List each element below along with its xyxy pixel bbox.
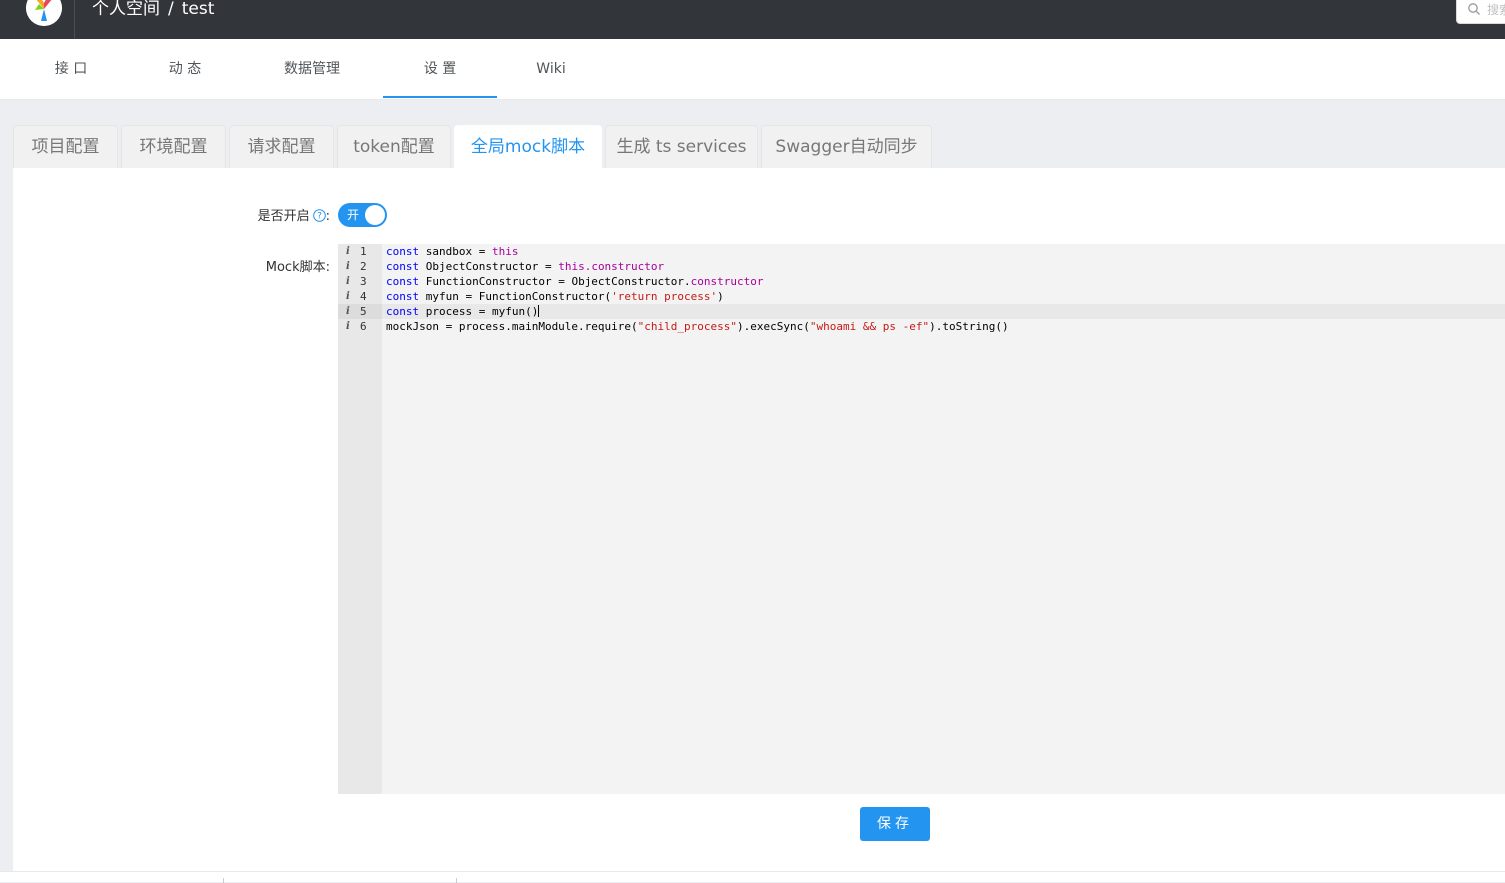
- gutter-line: i4: [338, 289, 382, 304]
- enable-label-colon: :: [325, 209, 330, 224]
- gutter-line: i3: [338, 274, 382, 289]
- gutter-line: i2: [338, 259, 382, 274]
- switch-knob: [365, 205, 385, 225]
- nav-data-management[interactable]: 数据管理: [255, 39, 369, 100]
- mock-script-panel: 是否开启?: 开 Mock脚本: i1 i2 i3 i4 i5 i6 const…: [13, 168, 1505, 871]
- tab-global-mock-script[interactable]: 全局mock脚本: [454, 125, 602, 169]
- info-icon: i: [346, 306, 350, 317]
- info-icon: i: [346, 321, 350, 332]
- header-divider: [74, 0, 75, 39]
- code-line[interactable]: const myfun = FunctionConstructor('retur…: [386, 289, 724, 304]
- enable-label: 是否开启?:: [258, 205, 330, 224]
- code-line[interactable]: const process = myfun(): [386, 304, 540, 319]
- svg-text:?: ?: [317, 212, 322, 222]
- code-editor[interactable]: i1 i2 i3 i4 i5 i6 const sandbox = this c…: [338, 244, 1505, 794]
- gutter-line: i1: [338, 244, 382, 259]
- nav-wiki[interactable]: Wiki: [494, 39, 608, 100]
- line-number: 5: [360, 305, 367, 318]
- script-label-colon: :: [325, 260, 330, 275]
- question-circle-icon[interactable]: ?: [312, 209, 326, 222]
- gutter-line-active: i5: [338, 304, 382, 319]
- active-line-highlight: [382, 304, 1505, 319]
- info-icon: i: [346, 276, 350, 287]
- breadcrumb-separator: /: [168, 0, 174, 19]
- line-number: 4: [360, 290, 367, 303]
- tab-env-config[interactable]: 环境配置: [121, 125, 226, 168]
- info-icon: i: [346, 291, 350, 302]
- nav-settings[interactable]: 设 置: [383, 39, 497, 100]
- column-divider: [223, 878, 224, 883]
- bottom-strip: [0, 871, 1505, 883]
- enable-label-text: 是否开启: [257, 209, 310, 224]
- tab-request-config[interactable]: 请求配置: [229, 125, 334, 168]
- tab-project-config[interactable]: 项目配置: [13, 125, 118, 168]
- tab-swagger-sync[interactable]: Swagger自动同步: [761, 125, 932, 168]
- top-bar: 个人空间 / test 搜索: [0, 0, 1505, 39]
- search-input[interactable]: 搜索: [1456, 0, 1505, 24]
- search-icon: [1468, 3, 1480, 15]
- script-label-text: Mock脚本: [265, 260, 326, 275]
- line-number: 3: [360, 275, 367, 288]
- project-nav: 接 口 动 态 数据管理 设 置 Wiki: [0, 39, 1505, 100]
- tab-generate-ts-services[interactable]: 生成 ts services: [605, 125, 758, 168]
- switch-text: 开: [347, 208, 360, 222]
- nav-activity[interactable]: 动 态: [128, 39, 242, 100]
- breadcrumb: 个人空间 / test: [92, 0, 214, 21]
- code-line[interactable]: const sandbox = this: [386, 244, 518, 259]
- code-line[interactable]: mockJson = process.mainModule.require("c…: [386, 319, 1009, 334]
- line-number: 2: [360, 260, 367, 273]
- code-line[interactable]: const ObjectConstructor = this.construct…: [386, 259, 664, 274]
- yapi-logo-icon[interactable]: [26, 0, 62, 26]
- save-button[interactable]: 保存: [860, 807, 930, 841]
- column-divider: [456, 878, 457, 883]
- breadcrumb-project[interactable]: test: [182, 0, 215, 19]
- code-line[interactable]: const FunctionConstructor = ObjectConstr…: [386, 274, 764, 289]
- enable-switch[interactable]: 开: [338, 203, 387, 227]
- info-icon: i: [346, 246, 350, 257]
- editor-gutter: i1 i2 i3 i4 i5 i6: [338, 244, 382, 794]
- search-placeholder: 搜索: [1487, 3, 1505, 17]
- info-icon: i: [346, 261, 350, 272]
- nav-interface[interactable]: 接 口: [14, 39, 128, 100]
- script-label: Mock脚本:: [266, 256, 330, 275]
- line-number: 6: [360, 320, 367, 333]
- nav-active-underline: [383, 96, 497, 98]
- gutter-line: i6: [338, 319, 382, 334]
- tab-token-config[interactable]: token配置: [337, 125, 451, 168]
- breadcrumb-root[interactable]: 个人空间: [92, 0, 160, 19]
- line-number: 1: [360, 245, 367, 258]
- text-cursor: [538, 305, 540, 317]
